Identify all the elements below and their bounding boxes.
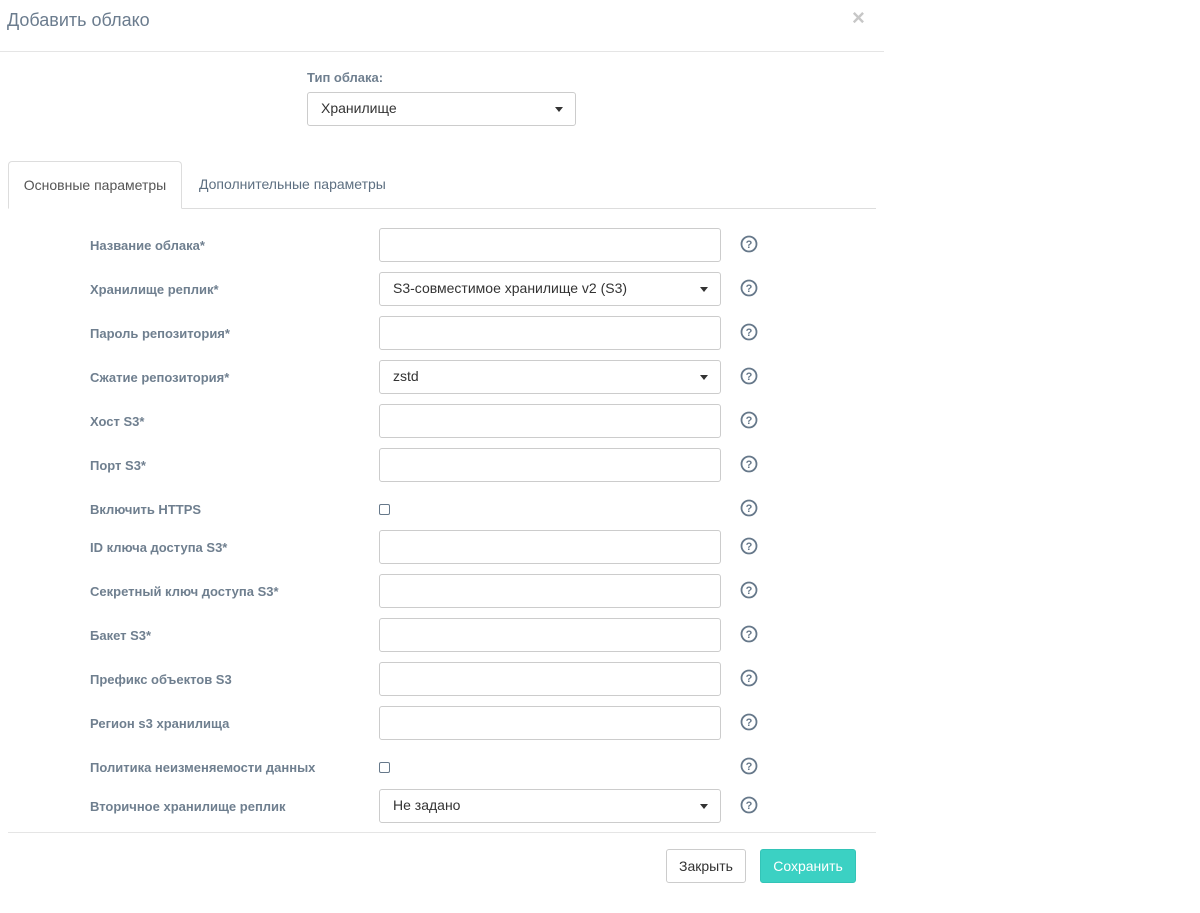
caret-down-icon	[700, 287, 708, 292]
enable-https-label: Включить HTTPS	[90, 502, 202, 517]
help-icon[interactable]: ?	[740, 323, 758, 341]
s3-bucket-input[interactable]	[379, 618, 721, 652]
s3-host-input[interactable]	[379, 404, 721, 438]
s3-region-input[interactable]	[379, 706, 721, 740]
immutability-policy-label: Политика неизменяемости данных	[90, 760, 316, 775]
footer-divider	[8, 832, 876, 833]
immutability-policy-checkbox[interactable]	[379, 762, 390, 773]
svg-text:?: ?	[746, 541, 753, 553]
svg-text:?: ?	[746, 327, 753, 339]
help-icon[interactable]: ?	[740, 235, 758, 253]
svg-text:?: ?	[746, 503, 753, 515]
s3-secret-key-input[interactable]	[379, 574, 721, 608]
help-icon[interactable]: ?	[740, 367, 758, 385]
help-icon[interactable]: ?	[740, 499, 758, 517]
add-cloud-modal: Добавить облако × Тип облака: Хранилище …	[0, 0, 884, 913]
s3-access-key-id-label: ID ключа доступа S3*	[90, 540, 228, 555]
svg-text:?: ?	[746, 415, 753, 427]
help-icon[interactable]: ?	[740, 455, 758, 473]
help-icon[interactable]: ?	[740, 537, 758, 555]
s3-region-label: Регион s3 хранилища	[90, 716, 230, 731]
svg-text:?: ?	[746, 371, 753, 383]
help-icon[interactable]: ?	[740, 411, 758, 429]
repo-password-label: Пароль репозитория*	[90, 326, 230, 341]
caret-down-icon	[555, 107, 563, 112]
secondary-replica-storage-value: Не задано	[393, 797, 461, 813]
svg-text:?: ?	[746, 717, 753, 729]
replica-storage-select[interactable]: S3-совместимое хранилище v2 (S3)	[379, 272, 721, 306]
help-icon[interactable]: ?	[740, 796, 758, 814]
help-icon[interactable]: ?	[740, 279, 758, 297]
close-icon[interactable]: ×	[852, 6, 865, 30]
s3-access-key-id-input[interactable]	[379, 530, 721, 564]
svg-text:?: ?	[746, 673, 753, 685]
svg-text:?: ?	[746, 800, 753, 812]
help-icon[interactable]: ?	[740, 669, 758, 687]
replica-storage-label: Хранилище реплик*	[90, 282, 219, 297]
secondary-replica-storage-select[interactable]: Не задано	[379, 789, 721, 823]
caret-down-icon	[700, 804, 708, 809]
cloud-name-label: Название облака*	[90, 238, 205, 253]
s3-port-label: Порт S3*	[90, 458, 146, 473]
help-icon[interactable]: ?	[740, 625, 758, 643]
close-button[interactable]: Закрыть	[666, 849, 746, 883]
s3-host-label: Хост S3*	[90, 414, 145, 429]
secondary-replica-storage-label: Вторичное хранилище реплик	[90, 799, 286, 814]
s3-prefix-label: Префикс объектов S3	[90, 672, 232, 687]
svg-text:?: ?	[746, 459, 753, 471]
caret-down-icon	[700, 375, 708, 380]
help-icon[interactable]: ?	[740, 757, 758, 775]
tab-advanced-params[interactable]: Дополнительные параметры	[199, 161, 386, 208]
cloud-type-select[interactable]: Хранилище	[307, 92, 576, 126]
repo-compression-value: zstd	[393, 368, 419, 384]
s3-prefix-input[interactable]	[379, 662, 721, 696]
help-icon[interactable]: ?	[740, 713, 758, 731]
enable-https-checkbox[interactable]	[379, 504, 390, 515]
repo-password-input[interactable]	[379, 316, 721, 350]
help-icon[interactable]: ?	[740, 581, 758, 599]
svg-text:?: ?	[746, 629, 753, 641]
save-button[interactable]: Сохранить	[760, 849, 856, 883]
svg-text:?: ?	[746, 585, 753, 597]
modal-header: Добавить облако ×	[0, 0, 884, 52]
tab-basic-params[interactable]: Основные параметры	[8, 161, 182, 209]
cloud-type-value: Хранилище	[321, 100, 397, 116]
cloud-type-label: Тип облака:	[307, 70, 384, 85]
repo-compression-label: Сжатие репозитория*	[90, 370, 230, 385]
replica-storage-value: S3-совместимое хранилище v2 (S3)	[393, 280, 628, 296]
modal-title: Добавить облако	[7, 10, 150, 30]
svg-text:?: ?	[746, 761, 753, 773]
svg-text:?: ?	[746, 239, 753, 251]
cloud-name-input[interactable]	[379, 228, 721, 262]
s3-port-input[interactable]	[379, 448, 721, 482]
tab-bar: Основные параметры Дополнительные параме…	[8, 161, 876, 209]
svg-text:?: ?	[746, 283, 753, 295]
s3-secret-key-label: Секретный ключ доступа S3*	[90, 584, 279, 599]
repo-compression-select[interactable]: zstd	[379, 360, 721, 394]
s3-bucket-label: Бакет S3*	[90, 628, 152, 643]
